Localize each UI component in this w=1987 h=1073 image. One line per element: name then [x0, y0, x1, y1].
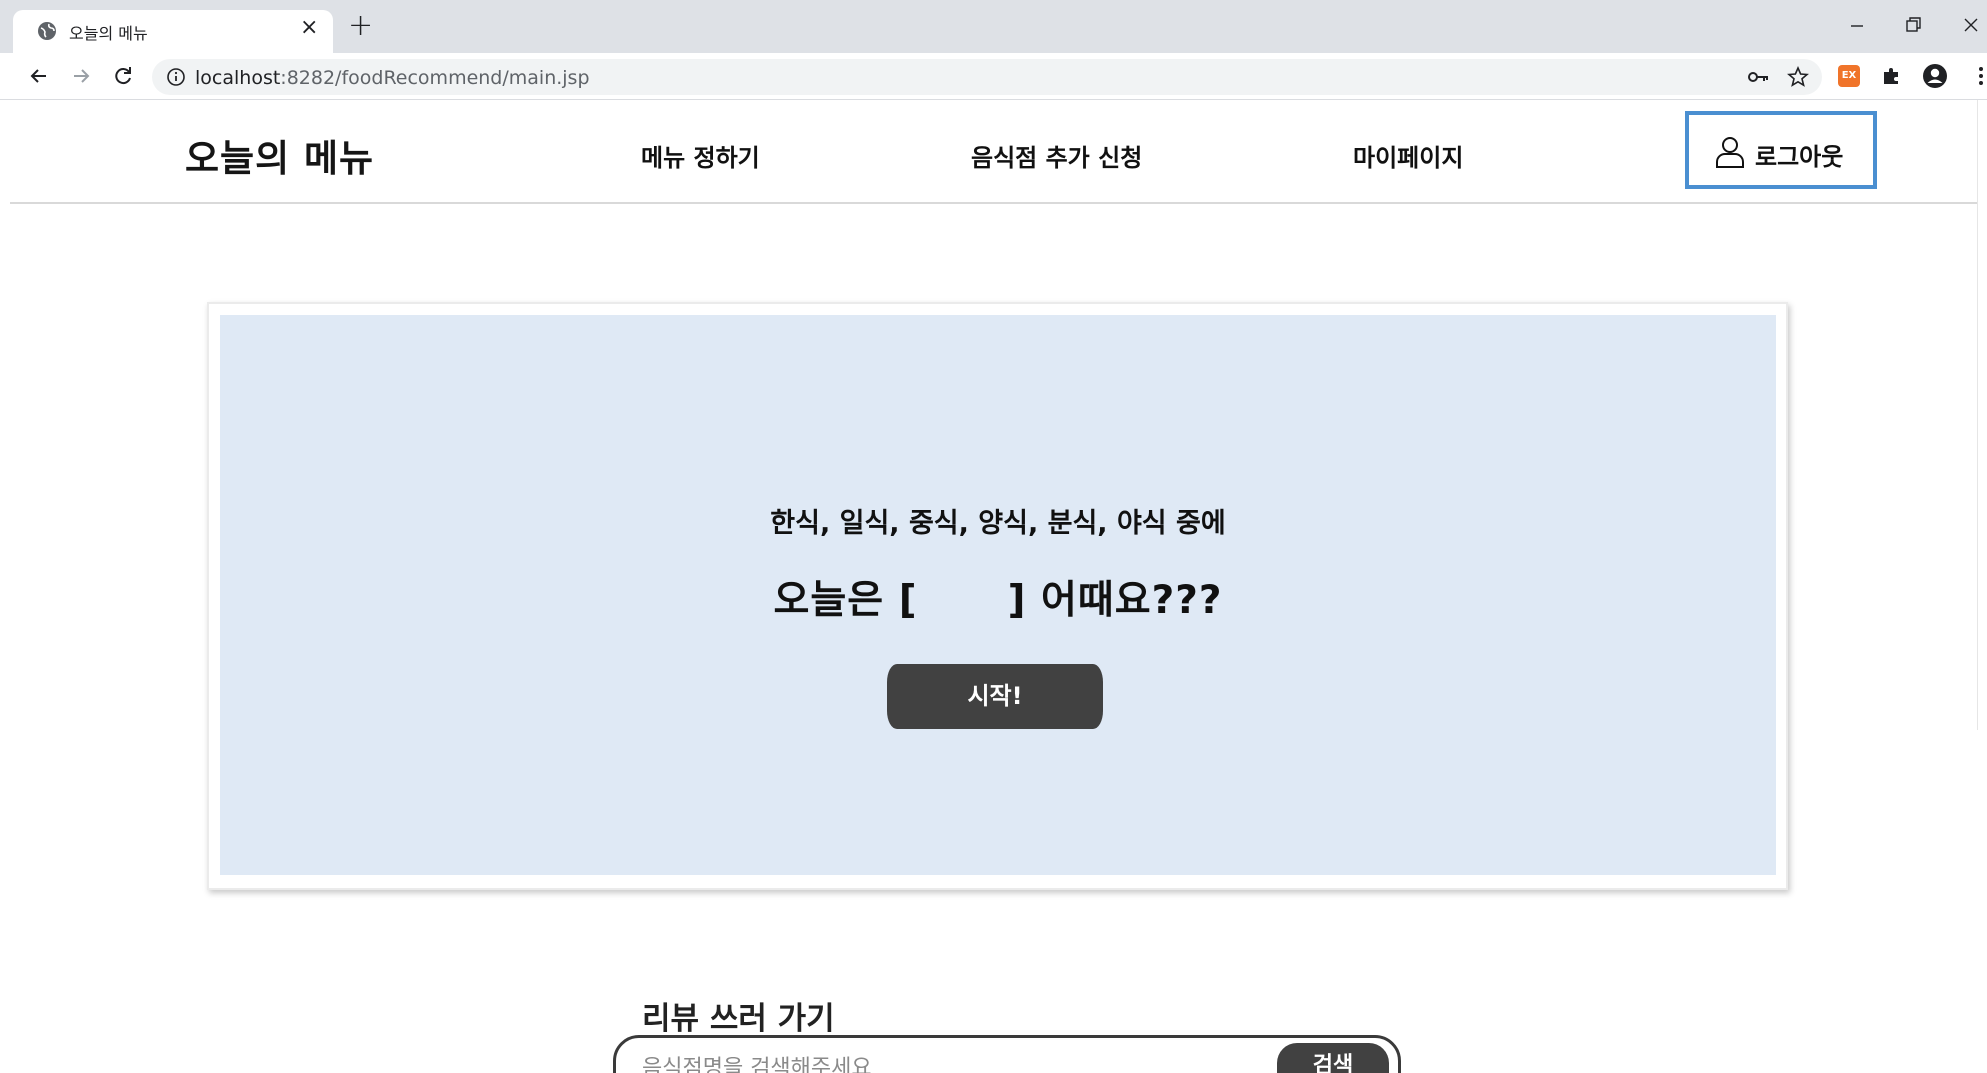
- url-path: :8282/foodRecommend/main.jsp: [280, 67, 590, 89]
- question-prefix: 오늘은 [: [773, 578, 918, 623]
- globe-icon: [38, 22, 56, 40]
- minimize-icon[interactable]: [1844, 12, 1870, 38]
- forward-arrow-icon[interactable]: [68, 63, 94, 89]
- address-bar[interactable]: localhost:8282/foodRecommend/main.jsp: [152, 59, 1822, 95]
- start-button[interactable]: 시작!: [887, 664, 1103, 729]
- review-section-title: 리뷰 쓰러 가기: [642, 1001, 835, 1037]
- restore-icon[interactable]: [1900, 12, 1926, 38]
- tab-title: 오늘의 메뉴: [69, 24, 148, 43]
- extension-ex-icon[interactable]: EX: [1838, 65, 1860, 87]
- nav-menu-decide[interactable]: 메뉴 정하기: [641, 138, 760, 173]
- recommend-card: 한식, 일식, 중식, 양식, 분식, 야식 중에 오늘은 [] 어때요??? …: [207, 302, 1788, 890]
- nav-restaurant-apply[interactable]: 음식점 추가 신청: [971, 138, 1142, 173]
- url-host: localhost: [195, 67, 281, 89]
- key-icon[interactable]: [1747, 67, 1771, 87]
- web-page: 오늘의 메뉴 메뉴 정하기 음식점 추가 신청 마이페이지 로그아웃 한식, 일…: [10, 100, 1987, 1073]
- user-icon: [1716, 137, 1744, 168]
- browser-tab-bar: 오늘의 메뉴 × +: [0, 0, 1987, 53]
- recommend-question: 오늘은 [ ] 어때요???: [220, 569, 1776, 625]
- profile-avatar-icon[interactable]: [1922, 63, 1948, 89]
- browser-tab[interactable]: 오늘의 메뉴 ×: [13, 10, 333, 53]
- question-suffix: ] 어때요???: [1007, 578, 1223, 623]
- site-info-icon[interactable]: [166, 67, 186, 87]
- logout-button[interactable]: 로그아웃: [1685, 111, 1877, 189]
- site-header: 오늘의 메뉴 메뉴 정하기 음식점 추가 신청 마이페이지 로그아웃: [10, 100, 1985, 204]
- url-text: localhost:8282/foodRecommend/main.jsp: [195, 67, 590, 89]
- browser-toolbar: localhost:8282/foodRecommend/main.jsp EX: [0, 53, 1987, 100]
- recommend-panel: 한식, 일식, 중식, 양식, 분식, 야식 중에 오늘은 [] 어때요??? …: [220, 315, 1776, 875]
- cuisine-list-text: 한식, 일식, 중식, 양식, 분식, 야식 중에: [770, 508, 1226, 539]
- back-arrow-icon[interactable]: [26, 63, 52, 89]
- logout-label: 로그아웃: [1755, 143, 1844, 171]
- reload-icon[interactable]: [110, 63, 136, 89]
- search-button[interactable]: 검색: [1277, 1043, 1389, 1073]
- browser-menu-icon[interactable]: [1968, 63, 1987, 89]
- restaurant-search-input[interactable]: [642, 1050, 1242, 1073]
- page-scrollbar[interactable]: [1977, 100, 1987, 730]
- new-tab-button[interactable]: +: [348, 11, 373, 41]
- close-window-icon[interactable]: [1958, 12, 1984, 38]
- restaurant-search-form: 검색: [613, 1035, 1401, 1073]
- extensions-puzzle-icon[interactable]: [1879, 63, 1905, 89]
- tab-close-icon[interactable]: ×: [300, 15, 318, 40]
- site-logo[interactable]: 오늘의 메뉴: [185, 128, 374, 182]
- bookmark-star-icon[interactable]: [1786, 65, 1810, 89]
- nav-mypage[interactable]: 마이페이지: [1353, 138, 1463, 173]
